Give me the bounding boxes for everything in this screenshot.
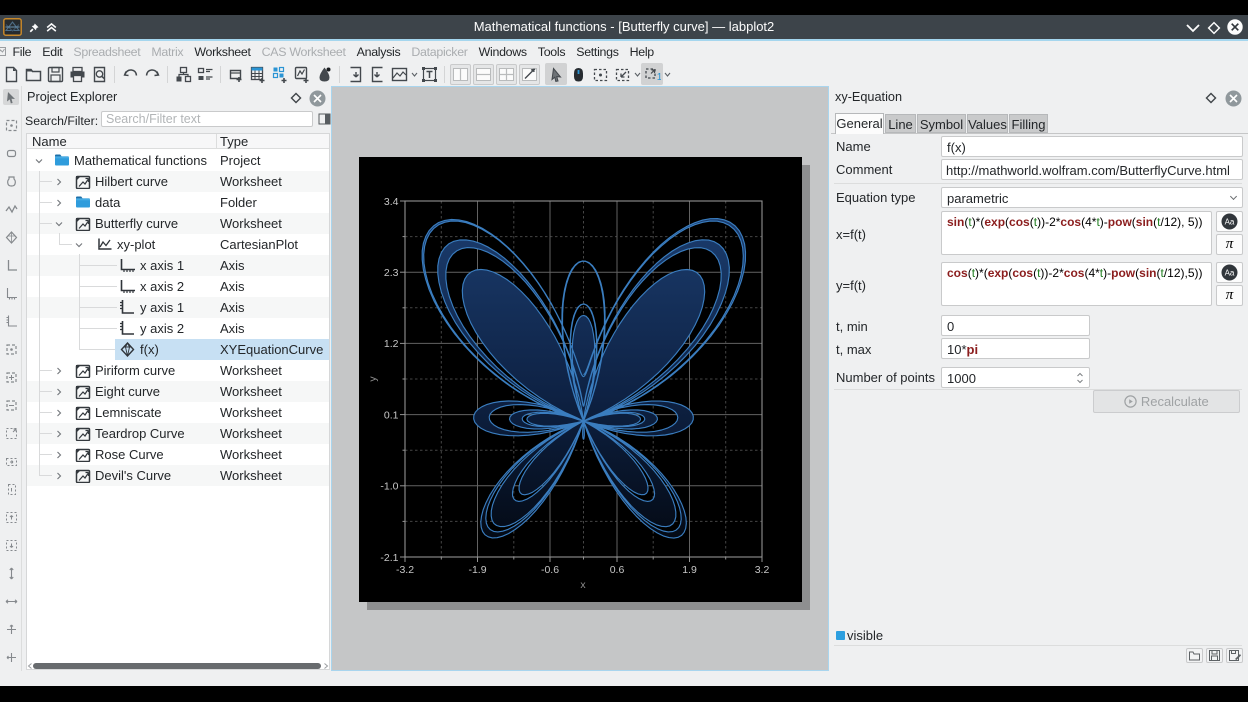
svg-text:0.6: 0.6 <box>610 564 625 576</box>
svg-text:-1.9: -1.9 <box>468 564 486 576</box>
svg-text:1: 1 <box>656 72 660 83</box>
svg-text:-0.6: -0.6 <box>541 564 559 576</box>
svg-text:y: y <box>367 376 379 382</box>
svg-text:x: x <box>580 579 586 591</box>
svg-text:Aa: Aa <box>1225 269 1235 278</box>
svg-text:-1.0: -1.0 <box>380 481 398 493</box>
svg-text:-2.1: -2.1 <box>380 552 398 564</box>
svg-text:Aa: Aa <box>1225 218 1235 227</box>
svg-text:1.9: 1.9 <box>682 564 697 576</box>
svg-text:0.1: 0.1 <box>384 409 399 421</box>
svg-text:3.2: 3.2 <box>755 564 770 576</box>
svg-text:1.2: 1.2 <box>384 338 399 350</box>
svg-text:2.3: 2.3 <box>384 267 399 279</box>
svg-text:-3.2: -3.2 <box>396 564 414 576</box>
svg-text:3.4: 3.4 <box>384 196 399 208</box>
